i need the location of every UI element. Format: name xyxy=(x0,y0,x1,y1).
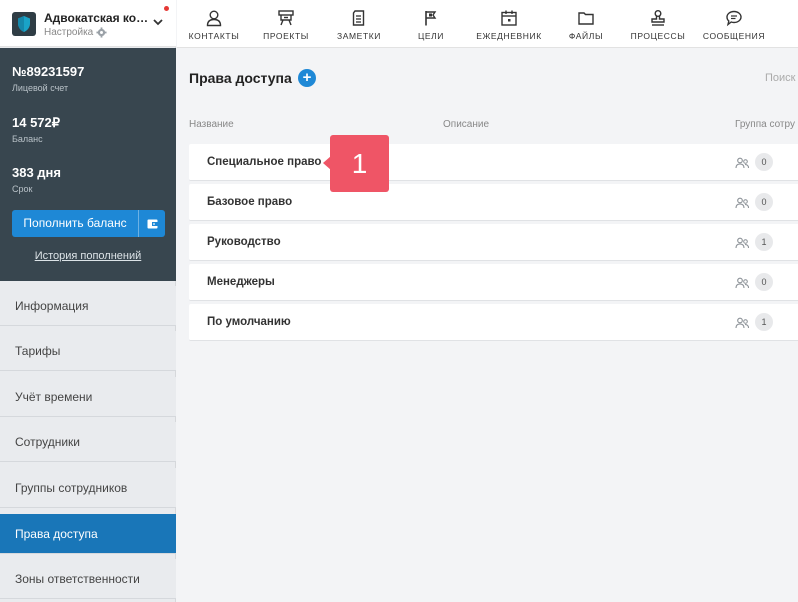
people-icon xyxy=(735,237,749,249)
table-row[interactable]: По умолчанию 1 xyxy=(189,304,798,341)
topup-balance-button[interactable]: Пополнить баланс xyxy=(12,210,165,237)
flag-icon xyxy=(425,11,437,26)
chat-icon xyxy=(726,10,742,27)
nav-planner[interactable]: ЕЖЕДНЕВНИК xyxy=(473,0,545,48)
sidebar-item-employee-groups[interactable]: Группы сотрудников xyxy=(0,468,176,508)
projects-icon xyxy=(278,10,294,26)
row-name: Менеджеры xyxy=(207,276,275,288)
sidebar-item-responsibility-zones[interactable]: Зоны ответственности xyxy=(0,559,176,599)
shield-logo-icon xyxy=(12,12,36,36)
sidebar-item-employees[interactable]: Сотрудники xyxy=(0,422,176,462)
nav-goals-label: ЦЕЛИ xyxy=(417,31,445,41)
people-icon xyxy=(735,157,749,169)
term-label: Срок xyxy=(12,184,33,194)
nav-processes-label: ПРОЦЕССЫ xyxy=(630,31,686,41)
page-title: Права доступа xyxy=(189,70,292,86)
row-name: Специальное право xyxy=(207,156,322,168)
stamp-icon xyxy=(651,10,665,26)
term-value: 383 дня xyxy=(12,165,61,180)
org-switcher[interactable]: Адвокатская кон... Настройка xyxy=(0,0,176,47)
nav-contacts-label: КОНТАКТЫ xyxy=(188,31,240,41)
table-row[interactable]: Менеджеры 0 xyxy=(189,264,798,301)
nav-notes-label: ЗАМЕТКИ xyxy=(336,31,381,41)
topup-history-link[interactable]: История пополнений xyxy=(0,250,176,262)
topup-label: Пополнить баланс xyxy=(23,216,127,230)
nav-goals[interactable]: ЦЕЛИ xyxy=(404,0,458,48)
row-name: По умолчанию xyxy=(207,316,291,328)
member-count-badge: 0 xyxy=(755,153,773,171)
gear-icon xyxy=(96,27,107,38)
member-count-badge: 0 xyxy=(755,193,773,211)
notes-icon xyxy=(352,10,365,26)
nav-projects-label: ПРОЕКТЫ xyxy=(263,31,309,41)
people-icon xyxy=(735,197,749,209)
balance-label: Баланс xyxy=(12,134,43,144)
step-callout-badge: 1 xyxy=(330,135,389,192)
sidebar-item-info[interactable]: Информация xyxy=(0,286,176,326)
calendar-icon xyxy=(501,10,517,26)
add-access-right-button[interactable]: + xyxy=(298,69,316,87)
org-name: Адвокатская кон... xyxy=(44,11,152,25)
chevron-down-icon[interactable] xyxy=(152,16,164,28)
nav-contacts[interactable]: КОНТАКТЫ xyxy=(187,0,241,48)
balance-value: 14 572₽ xyxy=(12,115,61,130)
member-count-badge: 0 xyxy=(755,273,773,291)
nav-files-label: ФАЙЛЫ xyxy=(568,31,604,41)
person-icon xyxy=(206,10,222,27)
table-row[interactable]: Специальное право 0 xyxy=(189,144,798,181)
sidebar: Адвокатская кон... Настройка №89231597 Л… xyxy=(0,0,176,602)
notification-dot xyxy=(164,6,169,11)
wallet-button[interactable] xyxy=(138,210,165,237)
column-header-description[interactable]: Описание xyxy=(443,119,489,130)
org-subtitle: Настройка xyxy=(44,27,94,38)
people-icon xyxy=(735,277,749,289)
sidebar-item-time-tracking[interactable]: Учёт времени xyxy=(0,377,176,417)
nav-processes[interactable]: ПРОЦЕССЫ xyxy=(626,0,690,48)
nav-notes[interactable]: ЗАМЕТКИ xyxy=(332,0,386,48)
table-row[interactable]: Руководство 1 xyxy=(189,224,798,261)
account-panel: №89231597 Лицевой счет 14 572₽ Баланс 38… xyxy=(0,48,176,281)
sidebar-item-tariffs[interactable]: Тарифы xyxy=(0,331,176,371)
nav-messages-label: СООБЩЕНИЯ xyxy=(702,31,766,41)
row-name: Руководство xyxy=(207,236,281,248)
nav-files[interactable]: ФАЙЛЫ xyxy=(559,0,613,48)
nav-planner-label: ЕЖЕДНЕВНИК xyxy=(476,31,542,41)
top-navbar: КОНТАКТЫ ПРОЕКТЫ ЗАМЕТКИ ЦЕЛИ ЕЖЕДНЕВНИК… xyxy=(177,0,798,48)
table-row[interactable]: Базовое право 0 xyxy=(189,184,798,221)
search-input[interactable]: Поиск xyxy=(765,72,795,84)
column-header-group[interactable]: Группа сотру xyxy=(735,119,795,130)
member-count-badge: 1 xyxy=(755,313,773,331)
nav-messages[interactable]: СООБЩЕНИЯ xyxy=(701,0,767,48)
folder-icon xyxy=(578,12,594,25)
wallet-icon xyxy=(147,219,158,228)
row-name: Базовое право xyxy=(207,196,293,208)
people-icon xyxy=(735,317,749,329)
column-header-name[interactable]: Название xyxy=(189,119,234,130)
member-count-badge: 1 xyxy=(755,233,773,251)
account-number: №89231597 xyxy=(12,64,85,79)
org-settings-link[interactable]: Настройка xyxy=(44,27,107,38)
account-number-label: Лицевой счет xyxy=(12,83,69,93)
nav-projects[interactable]: ПРОЕКТЫ xyxy=(259,0,313,48)
sidebar-item-access-rights[interactable]: Права доступа xyxy=(0,514,176,554)
